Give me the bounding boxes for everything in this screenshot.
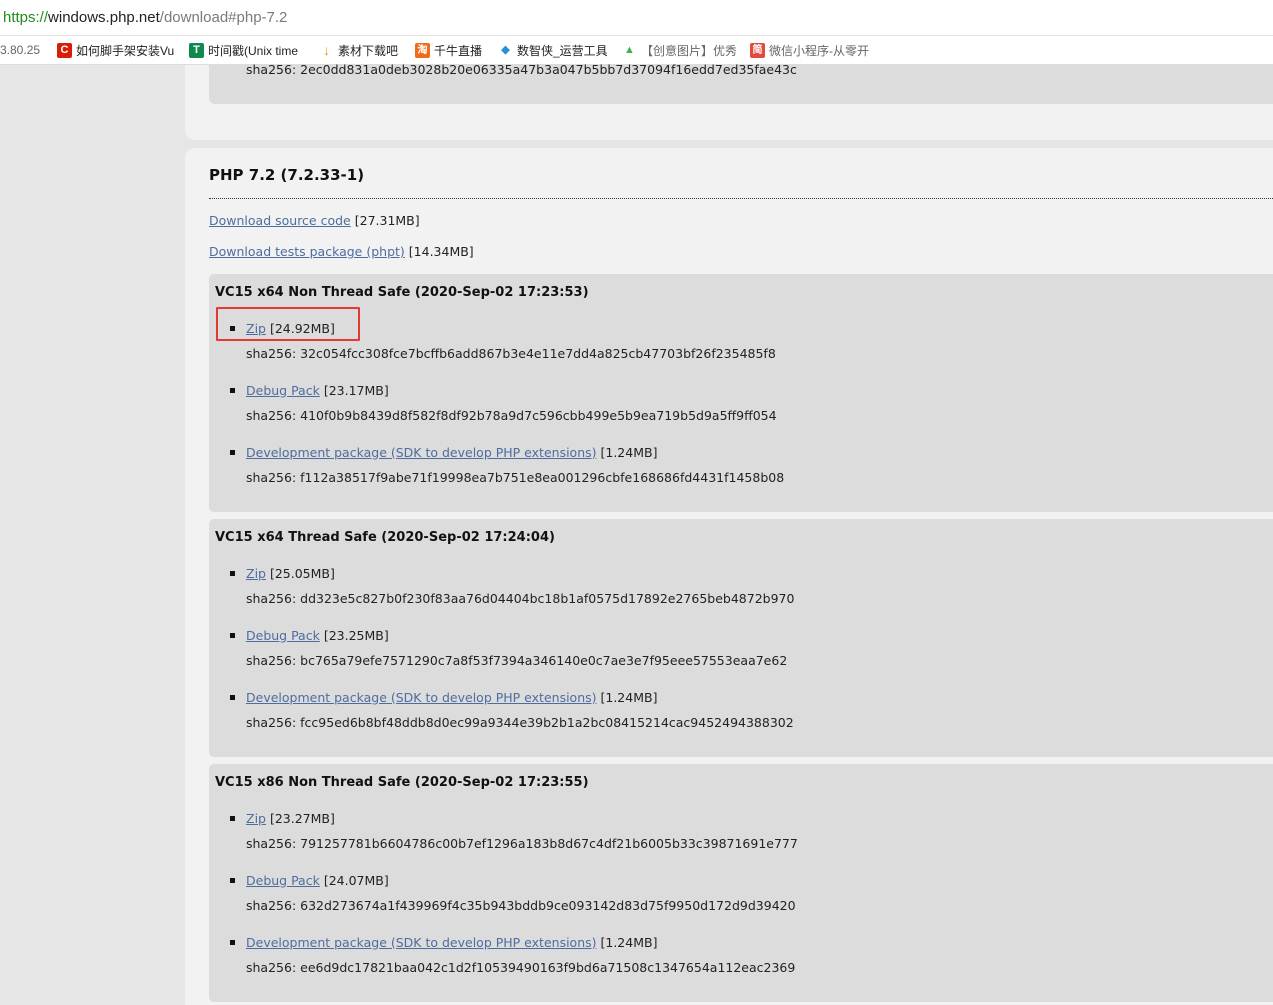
bookmark-label: 素材下载吧 bbox=[338, 43, 399, 58]
build-box: VC15 x64 Non Thread Safe (2020-Sep-02 17… bbox=[209, 274, 1273, 512]
debug-pack-link[interactable]: Debug Pack bbox=[246, 873, 320, 888]
sha256-hash: sha256: 2ec0dd831a0deb3028b20e06335a47b3… bbox=[246, 62, 797, 77]
file-size: [25.05MB] bbox=[269, 565, 335, 581]
file-size: [23.25MB] bbox=[323, 627, 389, 643]
sha256-hash: sha256: dd323e5c827b0f230f83aa76d04404bc… bbox=[246, 591, 795, 606]
build-title: VC15 x86 Non Thread Safe (2020-Sep-02 17… bbox=[215, 775, 589, 790]
bookmark-label: 千牛直播 bbox=[434, 43, 483, 58]
bookmark-item[interactable]: C 如何脚手架安装Vu bbox=[57, 42, 175, 59]
bookmark-label: 时间戳(Unix time bbox=[208, 43, 299, 58]
url-path: /download#php-7.2 bbox=[159, 9, 288, 26]
bookmark-label: 数智侠_运营工具 bbox=[517, 43, 608, 58]
shield-icon: ◆ bbox=[501, 43, 510, 56]
qianniu-icon: 淘 bbox=[415, 42, 430, 58]
package-item: Development package (SDK to develop PHP … bbox=[230, 934, 795, 975]
sha256-hash: sha256: ee6d9dc17821baa042c1d2f105394901… bbox=[246, 960, 796, 975]
bullet bbox=[230, 815, 235, 821]
build-title: VC15 x64 Non Thread Safe (2020-Sep-02 17… bbox=[215, 285, 589, 300]
bullet bbox=[230, 387, 235, 393]
package-item: Debug Pack [23.25MB] sha256: bc765a79efe… bbox=[230, 627, 787, 668]
bookmarks-bar: 3.80.25 C 如何脚手架安装Vu T 时间戳(Unix time ↓ 素材… bbox=[0, 36, 1273, 65]
address-bar[interactable]: https://windows.php.net/download#php-7.2 bbox=[0, 0, 1273, 36]
bookmark-item[interactable]: ▲ 【创意图片】优秀 bbox=[622, 42, 736, 59]
package-item: Development package (SDK to develop PHP … bbox=[230, 444, 784, 485]
sha256-hash: sha256: f112a38517f9abe71f19998ea7b751e8… bbox=[246, 470, 785, 485]
bullet bbox=[230, 570, 235, 576]
leaf-icon: ▲ bbox=[624, 43, 635, 56]
sha256-hash: sha256: fcc95ed6b8bf48ddb8d0ec99a9344e39… bbox=[246, 715, 794, 730]
bookmark-item[interactable]: 3.80.25 bbox=[0, 43, 45, 57]
bullet bbox=[230, 632, 235, 638]
package-item: Development package (SDK to develop PHP … bbox=[230, 689, 794, 730]
tests-download-line: Download tests package (phpt) [14.34MB] bbox=[209, 244, 474, 259]
bookmark-item[interactable]: ◆ 数智侠_运营工具 bbox=[498, 42, 608, 59]
package-item: Debug Pack [23.17MB] sha256: 410f0b9b843… bbox=[230, 382, 777, 423]
package-item: Debug Pack [24.07MB] sha256: 632d273674a… bbox=[230, 872, 796, 913]
bookmark-item[interactable]: 简 微信小程序-从零开 bbox=[750, 42, 870, 59]
sha256-hash: sha256: bc765a79efe7571290c7a8f53f7394a3… bbox=[246, 653, 788, 668]
file-size: [27.31MB] bbox=[354, 213, 420, 228]
previous-build-box: sha256: 2ec0dd831a0deb3028b20e06335a47b3… bbox=[209, 62, 1273, 104]
bookmark-item[interactable]: ↓ 素材下载吧 bbox=[319, 42, 401, 59]
bookmark-label: 如何脚手架安装Vu bbox=[76, 43, 175, 58]
package-item: Zip [25.05MB] sha256: dd323e5c827b0f230f… bbox=[230, 565, 794, 606]
dev-package-link[interactable]: Development package (SDK to develop PHP … bbox=[246, 690, 597, 705]
previous-version-card: sha256: 2ec0dd831a0deb3028b20e06335a47b3… bbox=[185, 62, 1273, 140]
package-item: Zip [23.27MB] sha256: 791257781b6604786c… bbox=[230, 810, 798, 851]
bookmark-label: 3.80.25 bbox=[0, 43, 41, 57]
sha256-hash: sha256: 410f0b9b8439d8f582f8df92b78a9d7c… bbox=[246, 408, 777, 423]
file-size: [24.07MB] bbox=[323, 872, 389, 888]
bookmark-item[interactable]: T 时间戳(Unix time bbox=[189, 42, 305, 59]
file-size: [23.17MB] bbox=[323, 382, 389, 398]
bullet bbox=[230, 877, 235, 883]
debug-pack-link[interactable]: Debug Pack bbox=[246, 383, 320, 398]
zip-link[interactable]: Zip bbox=[246, 811, 266, 826]
sha256-hash: sha256: 632d273674a1f439969f4c35b943bddb… bbox=[246, 898, 796, 913]
bookmark-label: 【创意图片】优秀 bbox=[641, 43, 736, 58]
build-box: VC15 x86 Non Thread Safe (2020-Sep-02 17… bbox=[209, 764, 1273, 1002]
file-size: [1.24MB] bbox=[600, 689, 658, 705]
bullet bbox=[230, 939, 235, 945]
file-size: [1.24MB] bbox=[600, 444, 658, 460]
source-download-line: Download source code [27.31MB] bbox=[209, 213, 420, 228]
debug-pack-link[interactable]: Debug Pack bbox=[246, 628, 320, 643]
file-size: [1.24MB] bbox=[600, 934, 658, 950]
build-box: VC15 x64 Thread Safe (2020-Sep-02 17:24:… bbox=[209, 519, 1273, 757]
title-divider bbox=[209, 198, 1273, 199]
bullet bbox=[230, 694, 235, 700]
download-source-link[interactable]: Download source code bbox=[209, 213, 351, 228]
build-title: VC15 x64 Thread Safe (2020-Sep-02 17:24:… bbox=[215, 530, 555, 545]
file-size: [23.27MB] bbox=[269, 810, 335, 826]
t-logo-icon: T bbox=[189, 42, 204, 58]
jian-icon: 简 bbox=[750, 42, 765, 58]
url-host: windows.php.net bbox=[48, 9, 160, 26]
bookmark-item[interactable]: 淘 千牛直播 bbox=[415, 42, 484, 59]
file-size: [14.34MB] bbox=[408, 244, 474, 259]
download-icon: ↓ bbox=[323, 41, 330, 58]
dev-package-link[interactable]: Development package (SDK to develop PHP … bbox=[246, 935, 597, 950]
zip-highlight-box bbox=[216, 307, 360, 341]
bullet bbox=[230, 449, 235, 455]
c-logo-icon: C bbox=[57, 42, 72, 58]
dev-package-link[interactable]: Development package (SDK to develop PHP … bbox=[246, 445, 597, 460]
sha256-hash: sha256: 32c054fcc308fce7bcffb6add867b3e4… bbox=[246, 346, 776, 361]
bookmark-label: 微信小程序-从零开 bbox=[769, 43, 869, 58]
version-title: PHP 7.2 (7.2.33-1) bbox=[209, 166, 365, 184]
download-tests-link[interactable]: Download tests package (phpt) bbox=[209, 244, 405, 259]
sha256-hash: sha256: 791257781b6604786c00b7ef1296a183… bbox=[246, 836, 798, 851]
version-card: PHP 7.2 (7.2.33-1) Download source code … bbox=[185, 148, 1273, 1005]
left-gutter bbox=[0, 65, 185, 1005]
zip-link[interactable]: Zip bbox=[246, 566, 266, 581]
url-scheme: https:// bbox=[3, 9, 49, 26]
